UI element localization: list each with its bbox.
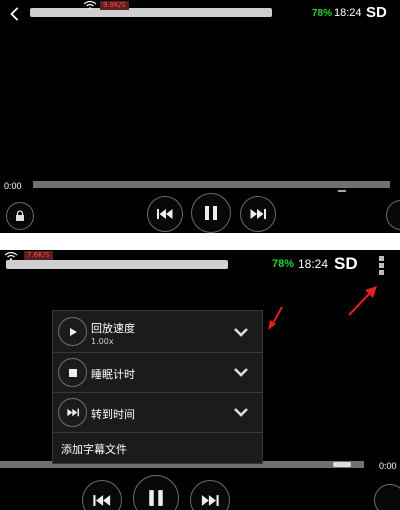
more-vert-icon[interactable] bbox=[379, 256, 385, 277]
prev-button[interactable] bbox=[82, 480, 122, 510]
menu-item-label: 转到时间 bbox=[91, 408, 135, 421]
menu-item-label: 回放速度 bbox=[91, 322, 135, 335]
clock: 18:24 bbox=[334, 7, 362, 19]
chevron-left-icon[interactable] bbox=[8, 6, 22, 22]
skip-next-icon bbox=[201, 494, 219, 506]
annotation-arrow-menu bbox=[268, 306, 283, 330]
next-button[interactable] bbox=[240, 196, 276, 232]
pause-button[interactable] bbox=[191, 193, 231, 233]
menu-item-label: 添加字幕文件 bbox=[61, 443, 127, 456]
play-icon bbox=[58, 317, 87, 346]
annotation-arrow-more bbox=[348, 286, 377, 316]
chevron-down-icon bbox=[234, 328, 248, 337]
pause-icon bbox=[205, 206, 217, 220]
net-speed: 7.6K/S bbox=[24, 251, 53, 260]
menu-item-goto-time[interactable]: 转到时间 bbox=[53, 393, 262, 433]
video-title-blurred bbox=[6, 260, 228, 269]
prev-button[interactable] bbox=[147, 196, 183, 232]
next-button[interactable] bbox=[190, 480, 230, 510]
pause-icon bbox=[149, 490, 163, 506]
chevron-down-icon bbox=[234, 408, 248, 417]
top-player-screen: 9.9K/S 78% 18:24 SD 0:00 bbox=[0, 0, 400, 233]
current-time: 0:00 bbox=[4, 181, 22, 191]
edge-button-partial[interactable] bbox=[374, 484, 400, 510]
skip-next-icon bbox=[58, 398, 87, 427]
battery-level: 78% bbox=[312, 8, 333, 19]
skip-previous-icon bbox=[93, 494, 111, 506]
video-title-blurred bbox=[30, 8, 272, 17]
seek-bar-marker bbox=[333, 462, 351, 467]
bottom-title-bar: 7.6K/S 78% 18:24 SD bbox=[0, 250, 400, 278]
menu-item-sleep-timer[interactable]: 睡眠计时 bbox=[53, 353, 262, 393]
lock-icon bbox=[16, 210, 24, 221]
skip-previous-icon bbox=[157, 209, 173, 219]
pause-button[interactable] bbox=[133, 475, 179, 510]
seek-bar[interactable] bbox=[33, 181, 390, 188]
menu-item-label: 睡眠计时 bbox=[91, 368, 135, 381]
chevron-down-icon bbox=[234, 368, 248, 377]
end-time: 0:00 bbox=[379, 461, 397, 471]
options-menu: 回放速度 1.00x 睡眠计时 转到时间 添加字幕文件 bbox=[52, 310, 263, 464]
top-title-bar: 9.9K/S 78% 18:24 SD bbox=[0, 0, 400, 28]
lock-button[interactable] bbox=[6, 202, 34, 230]
edge-button-partial[interactable] bbox=[386, 200, 400, 230]
wifi-icon bbox=[83, 0, 97, 10]
menu-item-value: 1.00x bbox=[91, 337, 114, 346]
stop-icon bbox=[58, 358, 87, 387]
quality-badge[interactable]: SD bbox=[334, 254, 358, 274]
clock: 18:24 bbox=[298, 257, 329, 271]
menu-item-playback-speed[interactable]: 回放速度 1.00x bbox=[53, 311, 262, 353]
quality-badge[interactable]: SD bbox=[366, 4, 387, 21]
seek-bar-marker bbox=[338, 190, 346, 192]
skip-next-icon bbox=[250, 209, 266, 219]
net-speed: 9.9K/S bbox=[100, 1, 129, 10]
menu-item-add-subtitle[interactable]: 添加字幕文件 bbox=[53, 433, 262, 463]
battery-level: 78% bbox=[272, 258, 295, 270]
